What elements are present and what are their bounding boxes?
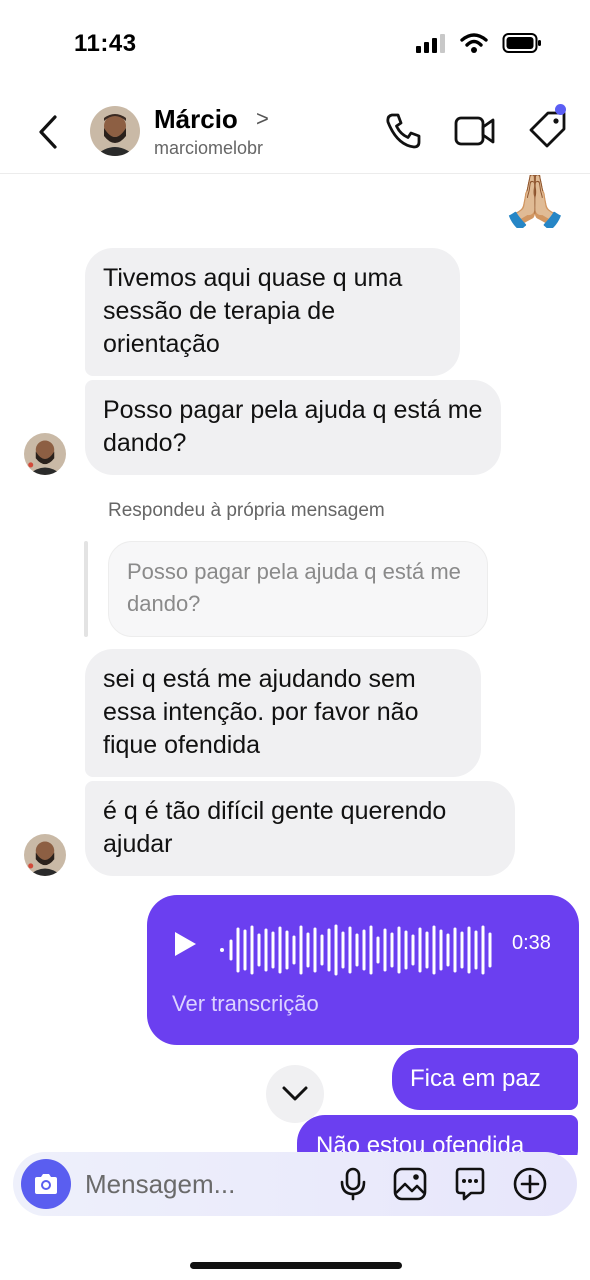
video-camera-icon [454,116,495,146]
status-bar: 11:43 [0,0,590,90]
contact-avatar[interactable] [90,106,140,156]
camera-button[interactable] [21,1159,71,1209]
chat-bubble-icon [455,1167,485,1201]
message-input[interactable] [85,1164,315,1204]
chevron-right-icon[interactable]: > [256,106,269,132]
home-indicator[interactable] [190,1262,402,1269]
sender-avatar[interactable] [24,834,66,876]
message-composer [13,1152,577,1216]
contact-name[interactable]: Márcio [154,104,238,135]
video-call-button[interactable] [454,114,496,148]
plus-circle-icon [513,1167,547,1201]
incoming-message[interactable]: é q é tão difícil gente querendo ajudar [85,781,515,876]
reply-note: Respondeu à própria mensagem [108,500,385,521]
message-list[interactable]: 🙏🏼 Tivemos aqui quase q uma sessão de te… [0,175,590,1155]
quoted-message[interactable]: Posso pagar pela ajuda q está me dando? [108,541,488,637]
incoming-message[interactable]: Posso pagar pela ajuda q está me dando? [85,380,501,475]
signal-icon [416,34,445,53]
back-button[interactable] [30,110,66,154]
voice-message[interactable]: 0:38 Ver transcrição [147,895,579,1045]
view-transcription-link[interactable]: Ver transcrição [172,991,319,1017]
sticker-button[interactable] [453,1167,487,1201]
waveform[interactable] [219,921,499,979]
status-icons [416,32,542,54]
chevron-down-icon [282,1086,308,1101]
microphone-icon [340,1167,366,1201]
notification-dot [555,104,566,115]
tag-button[interactable] [528,104,568,150]
audio-call-button[interactable] [384,112,422,150]
voice-duration: 0:38 [512,932,551,954]
battery-icon [502,33,541,53]
voice-record-button[interactable] [336,1167,370,1201]
play-button[interactable] [173,931,197,957]
phone-icon [386,113,421,149]
play-icon [175,932,196,956]
camera-icon [35,1174,57,1194]
gallery-button[interactable] [393,1167,427,1201]
sender-avatar[interactable] [24,433,66,475]
outgoing-message[interactable]: Fica em paz [392,1048,578,1110]
emoji-message[interactable]: 🙏🏼 [493,175,577,228]
scroll-to-bottom-button[interactable] [266,1065,324,1123]
add-attachment-button[interactable] [513,1167,547,1201]
incoming-message[interactable]: sei q está me ajudando sem essa intenção… [85,649,481,777]
wifi-icon [460,33,488,53]
quote-bar [84,541,88,637]
chevron-left-icon [39,115,57,149]
outgoing-message[interactable]: Não estou ofendida [297,1115,578,1155]
contact-handle: marciomelobr [154,138,264,158]
image-icon [393,1167,427,1201]
status-time: 11:43 [74,30,137,57]
tag-icon [529,111,566,148]
chat-header: Márcio > marciomelobr [0,90,590,174]
incoming-message[interactable]: Tivemos aqui quase q uma sessão de terap… [85,248,460,376]
